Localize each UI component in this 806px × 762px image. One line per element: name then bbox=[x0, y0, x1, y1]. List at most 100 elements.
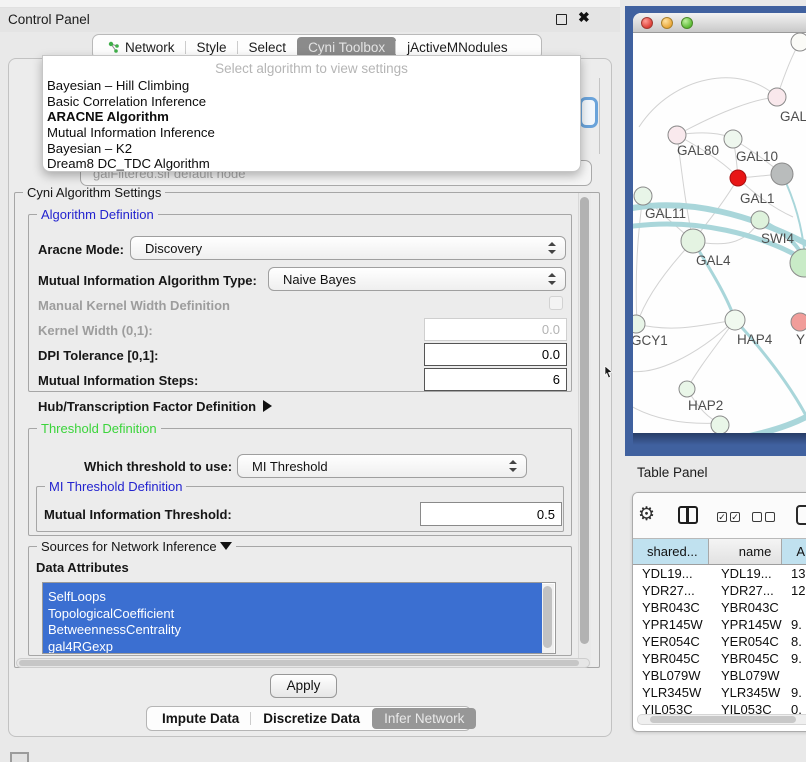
dropdown-item[interactable]: Bayesian – K2 bbox=[43, 141, 580, 157]
network-node-swi4[interactable] bbox=[751, 211, 769, 229]
tab-label: Select bbox=[249, 40, 287, 55]
table-hscrollbar-track[interactable] bbox=[637, 714, 806, 725]
network-canvas[interactable]: GAL2GAL80GAL10GAL1GAL11SWI4GAL4GCY1HAP4Y… bbox=[633, 33, 806, 433]
minimized-panel-icon[interactable] bbox=[10, 752, 29, 762]
dropdown-item[interactable]: Basic Correlation Inference bbox=[43, 94, 580, 110]
manual-kernel-checkbox[interactable] bbox=[549, 296, 563, 310]
table-cell: YLR345W bbox=[712, 685, 789, 702]
stepper-arrows-icon bbox=[547, 273, 556, 285]
node-label: GAL11 bbox=[645, 206, 686, 221]
table-row[interactable]: YDR27...YDR27...12 bbox=[633, 583, 806, 600]
network-node-gal1[interactable] bbox=[730, 170, 746, 186]
checked-pair-icon[interactable]: ✓ ✓ bbox=[717, 512, 740, 522]
network-node[interactable] bbox=[771, 163, 793, 185]
table-row[interactable]: YPR145WYPR145W9. bbox=[633, 617, 806, 634]
network-node-gal11[interactable] bbox=[634, 187, 652, 205]
dropdown-item[interactable]: Bayesian – Hill Climbing bbox=[43, 78, 580, 94]
network-node[interactable] bbox=[711, 416, 729, 433]
tab-discretize-data[interactable]: Discretize Data bbox=[251, 708, 372, 729]
mi-threshold-label: Mutual Information Threshold: bbox=[44, 507, 232, 522]
clipped-icon[interactable] bbox=[796, 505, 806, 525]
network-node-gal4[interactable] bbox=[681, 229, 705, 253]
table-cell: 12 bbox=[789, 583, 806, 600]
network-svg: GAL2GAL80GAL10GAL1GAL11SWI4GAL4GCY1HAP4Y… bbox=[633, 33, 806, 433]
unchecked-pair-icon[interactable] bbox=[752, 512, 775, 522]
network-node-gal2[interactable] bbox=[768, 88, 786, 106]
stepper-arrows-icon bbox=[547, 242, 556, 254]
column-header-clipped[interactable]: A bbox=[782, 539, 806, 564]
dropdown-item[interactable]: Dream8 DC_TDC Algorithm bbox=[43, 156, 580, 172]
dpi-tolerance-field[interactable]: 0.0 bbox=[424, 343, 567, 366]
apply-button[interactable]: Apply bbox=[270, 674, 337, 698]
table-header-row: shared... name A bbox=[633, 538, 806, 565]
screen: Control Panel ✖ Network Style Select Cyn… bbox=[0, 0, 806, 762]
minimize-traffic-light[interactable] bbox=[661, 17, 673, 29]
network-window[interactable]: GAL2GAL80GAL10GAL1GAL11SWI4GAL4GCY1HAP4Y… bbox=[633, 13, 806, 433]
network-node-gal10[interactable] bbox=[724, 130, 742, 148]
split-columns-icon[interactable] bbox=[678, 506, 698, 524]
network-edge-thick bbox=[782, 174, 805, 259]
list-item[interactable]: TopologicalCoefficient bbox=[43, 606, 542, 623]
tab-label: Impute Data bbox=[162, 711, 239, 726]
network-window-titlebar[interactable] bbox=[633, 13, 806, 33]
hub-section-toggle[interactable]: Hub/Transcription Factor Definition bbox=[38, 399, 272, 414]
list-item[interactable]: BetweennessCentrality bbox=[43, 622, 542, 639]
node-label: Y bbox=[796, 332, 805, 347]
dropdown-prompt: Select algorithm to view settings bbox=[43, 56, 580, 78]
close-traffic-light[interactable] bbox=[641, 17, 653, 29]
settings-hscrollbar-track[interactable] bbox=[16, 658, 590, 668]
table-row[interactable]: YBL079WYBL079W bbox=[633, 668, 806, 685]
network-node-y[interactable] bbox=[791, 313, 806, 331]
mi-threshold-field[interactable]: 0.5 bbox=[420, 502, 562, 526]
aracne-mode-combo[interactable]: Discovery bbox=[130, 236, 566, 260]
network-node[interactable] bbox=[791, 33, 806, 51]
table-cell: 9. bbox=[789, 651, 806, 668]
list-item[interactable]: SelfLoops bbox=[43, 589, 542, 606]
list-scrollbar-track[interactable] bbox=[542, 584, 554, 653]
sources-toggle[interactable]: Sources for Network Inference bbox=[37, 539, 236, 554]
network-node-gcy1[interactable] bbox=[633, 315, 645, 333]
settings-scrollbar-thumb[interactable] bbox=[580, 197, 589, 644]
node-label: GCY1 bbox=[633, 333, 668, 348]
table-row[interactable]: YBR045CYBR045C9. bbox=[633, 651, 806, 668]
network-node-hap4[interactable] bbox=[725, 310, 745, 330]
settings-hscrollbar-thumb[interactable] bbox=[19, 660, 579, 666]
gear-icon[interactable]: ⚙ bbox=[638, 503, 655, 526]
mi-steps-field[interactable]: 6 bbox=[424, 368, 567, 391]
node-label: HAP4 bbox=[737, 332, 773, 347]
table-row[interactable]: YBR043CYBR043C bbox=[633, 600, 806, 617]
close-icon[interactable]: ✖ bbox=[578, 9, 590, 26]
float-window-icon[interactable] bbox=[556, 14, 567, 25]
mi-type-combo[interactable]: Naive Bayes bbox=[268, 267, 566, 291]
data-attributes-list[interactable]: SelfLoopsTopologicalCoefficientBetweenne… bbox=[42, 582, 556, 654]
network-edge bbox=[637, 241, 693, 324]
network-edge bbox=[637, 320, 735, 328]
list-scrollbar-thumb[interactable] bbox=[543, 586, 552, 648]
dropdown-item[interactable]: Mutual Information Inference bbox=[43, 125, 580, 141]
unchecked-box-icon bbox=[765, 512, 775, 522]
algorithm-dropdown-list: Select algorithm to view settings Bayesi… bbox=[42, 55, 581, 172]
table-row[interactable]: YER054CYER054C8. bbox=[633, 634, 806, 651]
zoom-traffic-light[interactable] bbox=[681, 17, 693, 29]
table-row[interactable]: YLR345WYLR345W9. bbox=[633, 685, 806, 702]
table-cell: YER054C bbox=[712, 634, 789, 651]
kernel-width-field[interactable]: 0.0 bbox=[424, 318, 567, 341]
network-node-hap2[interactable] bbox=[679, 381, 695, 397]
dropdown-item[interactable]: ARACNE Algorithm bbox=[43, 109, 580, 125]
list-item[interactable]: gal4RGexp bbox=[43, 639, 542, 655]
collapse-down-icon bbox=[220, 542, 232, 550]
table-row[interactable]: YDL19...YDL19...13 bbox=[633, 566, 806, 583]
table-cell: YBL079W bbox=[712, 668, 789, 685]
network-node-gal80[interactable] bbox=[668, 126, 686, 144]
which-threshold-combo[interactable]: MI Threshold bbox=[237, 454, 527, 478]
table-cell bbox=[789, 668, 806, 685]
table-hscrollbar-thumb[interactable] bbox=[650, 716, 796, 723]
tab-infer-network[interactable]: Infer Network bbox=[372, 708, 476, 729]
table-cell: YBL079W bbox=[633, 668, 712, 685]
column-header-shared-name[interactable]: shared... bbox=[633, 539, 709, 564]
table-cell: 13 bbox=[789, 566, 806, 583]
column-header-name[interactable]: name bbox=[709, 539, 783, 564]
table-panel-titlebar: Table Panel bbox=[620, 456, 806, 490]
tab-impute-data[interactable]: Impute Data bbox=[150, 708, 251, 729]
focused-combo-button[interactable] bbox=[579, 97, 598, 128]
